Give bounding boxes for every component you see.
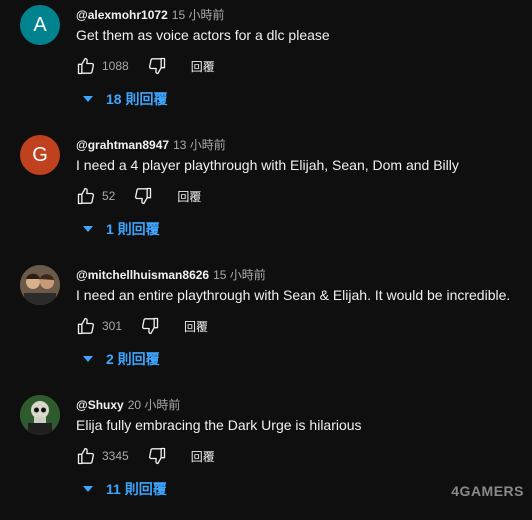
avatar[interactable] [20,395,60,435]
thumbs-up-icon [77,57,95,75]
comment-author[interactable]: @Shuxy [76,398,124,412]
comment-author[interactable]: @grahtman8947 [76,138,169,152]
thumbs-down-icon [148,447,165,465]
thumbs-down-icon [135,187,152,205]
comment-header: @grahtman8947 13 小時前 [76,136,226,153]
like-button[interactable] [74,184,98,208]
comment-actions: 301 回覆 [74,314,208,338]
avatar-letter: G [32,143,48,166]
caret-down-icon [83,226,93,232]
reply-button[interactable]: 回覆 [184,318,208,335]
thumbs-up-icon [77,317,95,335]
like-count: 301 [102,319,123,333]
comment-author[interactable]: @alexmohr1072 [76,8,168,22]
comment-thread: G @grahtman8947 13 小時前 I need a 4 player … [0,130,532,260]
avatar-letter: A [33,13,47,36]
view-replies-button[interactable]: 1 則回覆 [80,219,160,239]
like-button[interactable] [74,444,98,468]
skull-avatar-icon [20,395,60,435]
like-button[interactable] [74,54,98,78]
caret-down-icon [83,486,93,492]
reply-button[interactable]: 回覆 [177,188,201,205]
replies-count-label: 2 則回覆 [106,351,160,367]
reply-button[interactable]: 回覆 [191,58,215,75]
comment-time[interactable]: 15 小時前 [172,8,225,22]
comment-actions: 3345 回覆 [74,444,215,468]
view-replies-button[interactable]: 2 則回覆 [80,349,160,369]
comment-text: I need an entire playthrough with Sean &… [76,287,511,303]
like-count: 1088 [102,59,129,73]
comment-header: @mitchellhuisman8626 15 小時前 [76,266,266,283]
comment-time[interactable]: 15 小時前 [213,268,266,282]
comment-actions: 1088 回覆 [74,54,215,78]
thumbs-up-icon [77,447,95,465]
thumbs-down-icon [142,317,159,335]
comment-thread: A @alexmohr1072 15 小時前 Get them as voice … [0,0,532,130]
comment-thread: @mitchellhuisman8626 15 小時前 I need an ent… [0,260,532,390]
view-replies-button[interactable]: 18 則回覆 [80,89,167,109]
avatar[interactable]: A [20,5,60,45]
caret-down-icon [83,356,93,362]
like-count: 3345 [102,449,129,463]
replies-count-label: 18 則回覆 [106,91,168,107]
comment-header: @alexmohr1072 15 小時前 [76,6,224,23]
replies-count-label: 1 則回覆 [106,221,160,237]
comment-actions: 52 回覆 [74,184,201,208]
comment-text: I need a 4 player playthrough with Elija… [76,157,459,173]
like-button[interactable] [74,314,98,338]
comment-time[interactable]: 20 小時前 [128,398,181,412]
like-count: 52 [102,189,116,203]
replies-count-label: 11 則回覆 [106,481,167,497]
comment-time[interactable]: 13 小時前 [173,138,226,152]
dislike-button[interactable] [131,184,155,208]
reply-button[interactable]: 回覆 [191,448,215,465]
dislike-button[interactable] [138,314,162,338]
comment-header: @Shuxy 20 小時前 [76,396,180,413]
caret-down-icon [83,96,93,102]
site-watermark: 4GAMERS [451,483,524,499]
dislike-button[interactable] [145,444,169,468]
avatar[interactable]: G [20,135,60,175]
comment-text: Elija fully embracing the Dark Urge is h… [76,417,362,433]
thumbs-down-icon [148,57,165,75]
comment-thread: @Shuxy 20 小時前 Elija fully embracing the D… [0,390,532,520]
view-replies-button[interactable]: 11 則回覆 [80,479,167,499]
dislike-button[interactable] [145,54,169,78]
avatar[interactable] [20,265,60,305]
thumbs-up-icon [77,187,95,205]
comment-author[interactable]: @mitchellhuisman8626 [76,268,209,282]
comment-text: Get them as voice actors for a dlc pleas… [76,27,330,43]
profile-photo-icon [20,265,60,305]
